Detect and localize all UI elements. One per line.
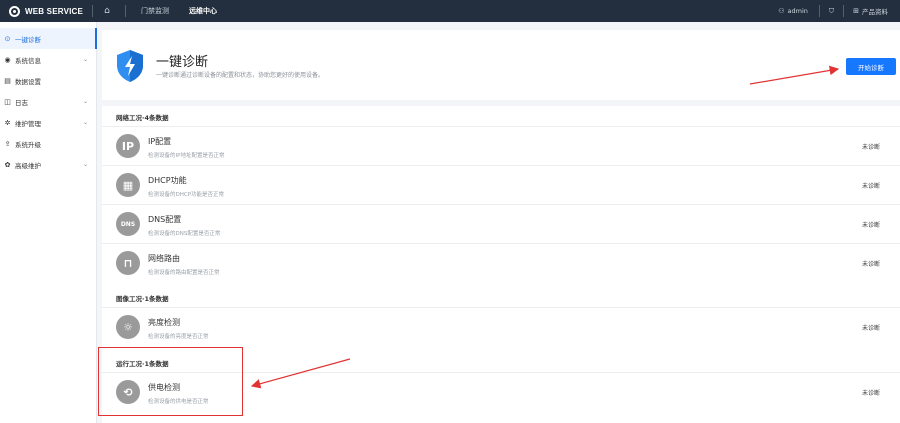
arrow-to-power-item bbox=[250, 358, 351, 389]
annotation-arrows bbox=[250, 65, 840, 389]
arrow-to-start-button bbox=[749, 65, 840, 85]
